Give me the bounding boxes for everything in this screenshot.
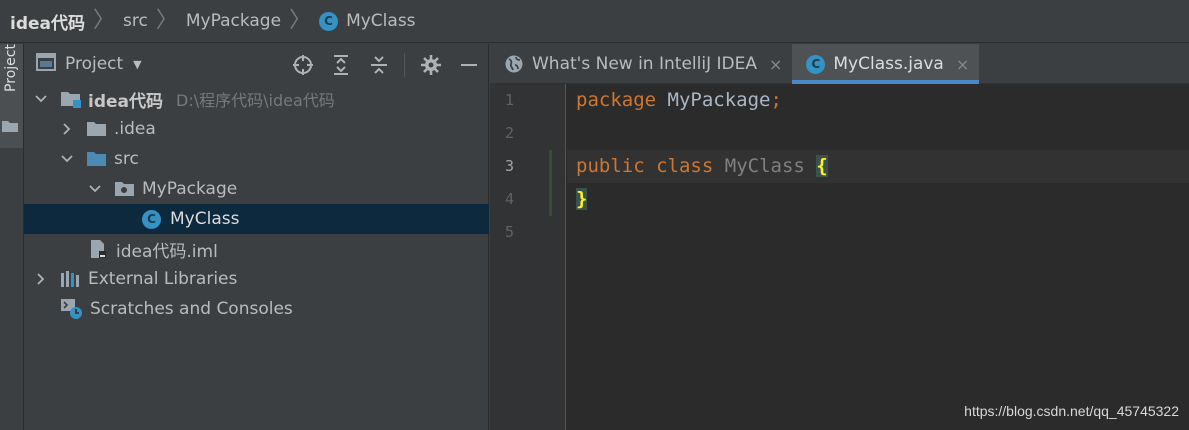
breadcrumb: idea代码 〉 src 〉 MyPackage 〉 C MyClass [0, 0, 1189, 43]
project-tool-window-button[interactable]: Project [0, 44, 23, 148]
line-number: 1 [504, 91, 514, 109]
scratches-icon [60, 298, 84, 320]
vcs-change-marker [549, 150, 552, 216]
project-tree: idea代码 D:\程序代码\idea代码 .idea src MyPackag… [24, 84, 489, 324]
project-panel: Project ▼ idea代码 D:\程序代码\idea代码 .idea sr… [24, 44, 489, 430]
module-folder-icon [60, 90, 82, 108]
project-view-label: Project [65, 54, 124, 74]
breadcrumb-class[interactable]: C MyClass [319, 0, 416, 42]
package-icon [114, 180, 136, 198]
globe-icon [504, 54, 524, 74]
class-icon: C [142, 209, 161, 229]
project-toolbar [290, 52, 481, 77]
watermark: https://blog.csdn.net/qq_45745322 [964, 403, 1179, 419]
chevron-down-icon[interactable] [60, 152, 74, 166]
tree-item-label: External Libraries [88, 269, 238, 289]
project-panel-header: Project ▼ [24, 44, 489, 84]
editor-tabs: What's New in IntelliJ IDEA × C MyClass.… [490, 44, 1189, 84]
line-number: 5 [504, 223, 514, 241]
project-view-selector[interactable]: Project ▼ [36, 52, 142, 76]
project-stripe-label: Project [3, 44, 19, 92]
line-number-gutter: 1 2 3 4 5 [490, 84, 566, 430]
chevron-right-icon[interactable] [34, 272, 48, 286]
tab-whats-new[interactable]: What's New in IntelliJ IDEA × [490, 44, 792, 84]
editor-area: What's New in IntelliJ IDEA × C MyClass.… [490, 44, 1189, 430]
gear-icon[interactable] [418, 52, 443, 77]
tab-label: What's New in IntelliJ IDEA [532, 54, 757, 74]
chevron-right-icon: 〉 [93, 8, 116, 33]
iml-file-icon [88, 239, 110, 259]
keyword-class: class [656, 155, 714, 177]
code-line-3: public class MyClass { [576, 150, 828, 183]
tree-item-label: src [114, 149, 139, 169]
chevron-down-icon[interactable] [88, 182, 102, 196]
tree-item-idea[interactable]: .idea [24, 114, 489, 144]
tree-item-iml[interactable]: idea代码.iml [24, 234, 489, 264]
minimize-icon[interactable] [456, 52, 481, 77]
tree-item-label: MyClass [170, 209, 240, 229]
breadcrumb-package[interactable]: MyPackage [186, 0, 281, 42]
tab-label: MyClass.java [833, 54, 944, 74]
expand-all-icon[interactable] [328, 52, 353, 77]
tree-item-src[interactable]: src [24, 144, 489, 174]
library-icon [60, 270, 82, 288]
chevron-right-icon[interactable] [60, 122, 74, 136]
tree-item-label: MyPackage [142, 179, 238, 199]
class-icon: C [806, 54, 826, 74]
tree-item-class[interactable]: C MyClass [24, 204, 489, 234]
folder-icon [86, 120, 108, 138]
close-icon[interactable]: × [769, 55, 782, 74]
close-icon[interactable]: × [956, 55, 969, 74]
chevron-right-icon: 〉 [155, 8, 178, 33]
breadcrumb-project[interactable]: idea代码 [10, 0, 85, 42]
tab-myclass-java[interactable]: C MyClass.java × [792, 44, 980, 84]
toolbar-divider [404, 52, 405, 77]
close-brace: } [576, 188, 588, 210]
tree-item-root[interactable]: idea代码 D:\程序代码\idea代码 [24, 84, 489, 114]
class-name: MyClass [724, 155, 805, 177]
tree-item-label: idea代码.iml [116, 241, 218, 262]
breadcrumb-src[interactable]: src [123, 0, 148, 42]
class-icon: C [319, 11, 339, 31]
tree-item-package[interactable]: MyPackage [24, 174, 489, 204]
dropdown-arrow-icon: ▼ [133, 57, 142, 71]
tree-item-label: Scratches and Consoles [90, 299, 293, 319]
line-number: 3 [504, 157, 514, 175]
tree-item-external-libraries[interactable]: External Libraries [24, 264, 489, 294]
code-line-1: package MyPackage; [576, 84, 782, 117]
source-folder-icon [86, 150, 108, 168]
locate-file-icon[interactable] [290, 52, 315, 77]
tree-item-scratches[interactable]: Scratches and Consoles [24, 294, 489, 324]
tree-item-path: D:\程序代码\idea代码 [176, 91, 335, 110]
window-icon [36, 52, 56, 76]
collapse-all-icon[interactable] [366, 52, 391, 77]
keyword-public: public [576, 155, 645, 177]
keyword-package: package [576, 89, 657, 111]
open-brace: { [816, 155, 828, 177]
chevron-right-icon: 〉 [289, 8, 312, 33]
breadcrumb-class-label: MyClass [346, 11, 416, 31]
code-line-4: } [576, 183, 588, 216]
line-number: 4 [504, 190, 514, 208]
semicolon: ; [770, 89, 782, 111]
chevron-down-icon[interactable] [34, 92, 48, 106]
folder-icon [1, 118, 19, 138]
tool-window-stripe: Project [0, 44, 24, 430]
tree-item-label: .idea [114, 119, 156, 139]
line-number: 2 [504, 124, 514, 142]
tree-item-label: idea代码 [88, 91, 163, 112]
package-name: MyPackage [667, 89, 771, 111]
code-editor[interactable]: package MyPackage; public class MyClass … [567, 84, 1189, 430]
